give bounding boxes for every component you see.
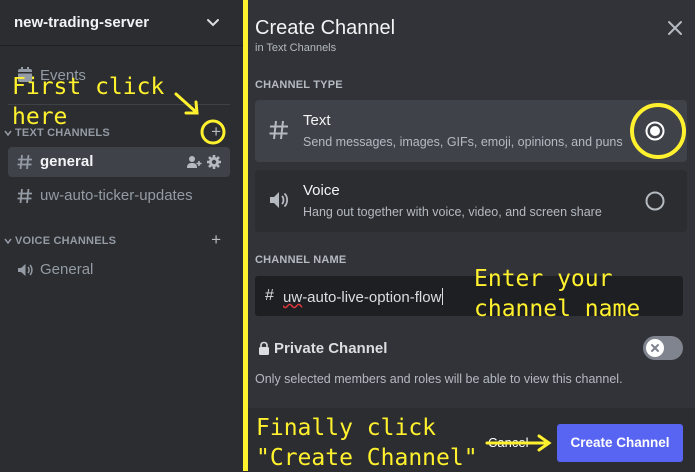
modal-subtitle: in Text Channels <box>255 42 337 54</box>
private-channel-row: Private Channel <box>255 336 687 360</box>
add-text-channel-icon[interactable]: + <box>211 123 221 140</box>
private-channel-description: Only selected members and roles will be … <box>255 372 623 386</box>
sidebar-item-voice-general[interactable]: General <box>8 255 230 285</box>
annotation-divider <box>243 0 248 471</box>
channel-name-rest: -auto-live-option-flow <box>302 289 442 306</box>
speaker-icon <box>270 192 289 208</box>
chevron-down-icon <box>4 130 12 137</box>
speaker-icon <box>18 264 33 276</box>
gear-icon[interactable] <box>206 154 222 170</box>
channel-name-value[interactable]: uw-auto-live-option-flow <box>283 288 444 306</box>
annotation-step1-line2: here <box>12 104 68 130</box>
text-caret <box>442 288 444 305</box>
close-icon[interactable] <box>666 19 684 37</box>
toggle-knob <box>646 339 664 357</box>
annotation-step2-line1: Enter your <box>474 266 613 292</box>
modal-title: Create Channel <box>255 17 396 39</box>
annotation-step1-line1: First click <box>12 74 165 100</box>
lock-icon <box>259 341 269 355</box>
annotation-step3-line2: "Create Channel" <box>256 445 478 471</box>
channel-label: general <box>40 153 94 170</box>
private-channel-label: Private Channel <box>274 340 388 357</box>
chevron-down-icon <box>4 238 12 245</box>
misspelled-word: uw <box>283 289 303 306</box>
channel-name-label: CHANNEL NAME <box>255 254 347 266</box>
chevron-down-icon[interactable] <box>205 14 221 30</box>
option-description: Send messages, images, GIFs, emoji, opin… <box>303 135 623 149</box>
sidebar-item-uw-auto-ticker-updates[interactable]: uw-auto-ticker-updates <box>8 181 230 211</box>
channel-type-text[interactable]: Text Send messages, images, GIFs, emoji,… <box>255 100 687 162</box>
sidebar-item-general[interactable]: general <box>8 147 230 177</box>
x-icon <box>651 344 659 352</box>
annotation-step3-line1: Finally click <box>256 415 437 441</box>
hashtag-icon <box>269 120 288 140</box>
annotation-step2-line2: channel name <box>474 296 641 322</box>
add-voice-channel-icon[interactable]: + <box>211 231 221 248</box>
option-title: Text <box>303 112 331 129</box>
create-channel-modal: Create Channel in Text Channels CHANNEL … <box>248 0 695 471</box>
hashtag-icon <box>17 154 32 170</box>
radio-unselected-icon[interactable] <box>645 191 665 211</box>
server-name: new-trading-server <box>14 14 150 31</box>
private-channel-toggle[interactable] <box>643 336 683 360</box>
channel-label: uw-auto-ticker-updates <box>40 187 193 204</box>
option-description: Hang out together with voice, video, and… <box>303 205 602 219</box>
create-invite-icon[interactable] <box>186 154 202 170</box>
category-voice-channels[interactable]: VOICE CHANNELS + <box>4 231 230 249</box>
radio-selected-icon[interactable] <box>645 121 665 141</box>
server-header[interactable]: new-trading-server <box>0 0 243 46</box>
create-channel-button[interactable]: Create Channel <box>557 424 683 462</box>
channel-type-label: CHANNEL TYPE <box>255 79 343 91</box>
cancel-button[interactable]: Cancel <box>488 435 528 450</box>
channel-type-voice[interactable]: Voice Hang out together with voice, vide… <box>255 170 687 232</box>
hashtag-prefix: # <box>265 287 274 304</box>
category-label: VOICE CHANNELS <box>15 235 117 247</box>
channel-sidebar: new-trading-server Events TEXT CHANNELS … <box>0 0 243 471</box>
channel-label: General <box>40 261 94 278</box>
option-title: Voice <box>303 182 340 199</box>
hashtag-icon <box>17 188 32 204</box>
